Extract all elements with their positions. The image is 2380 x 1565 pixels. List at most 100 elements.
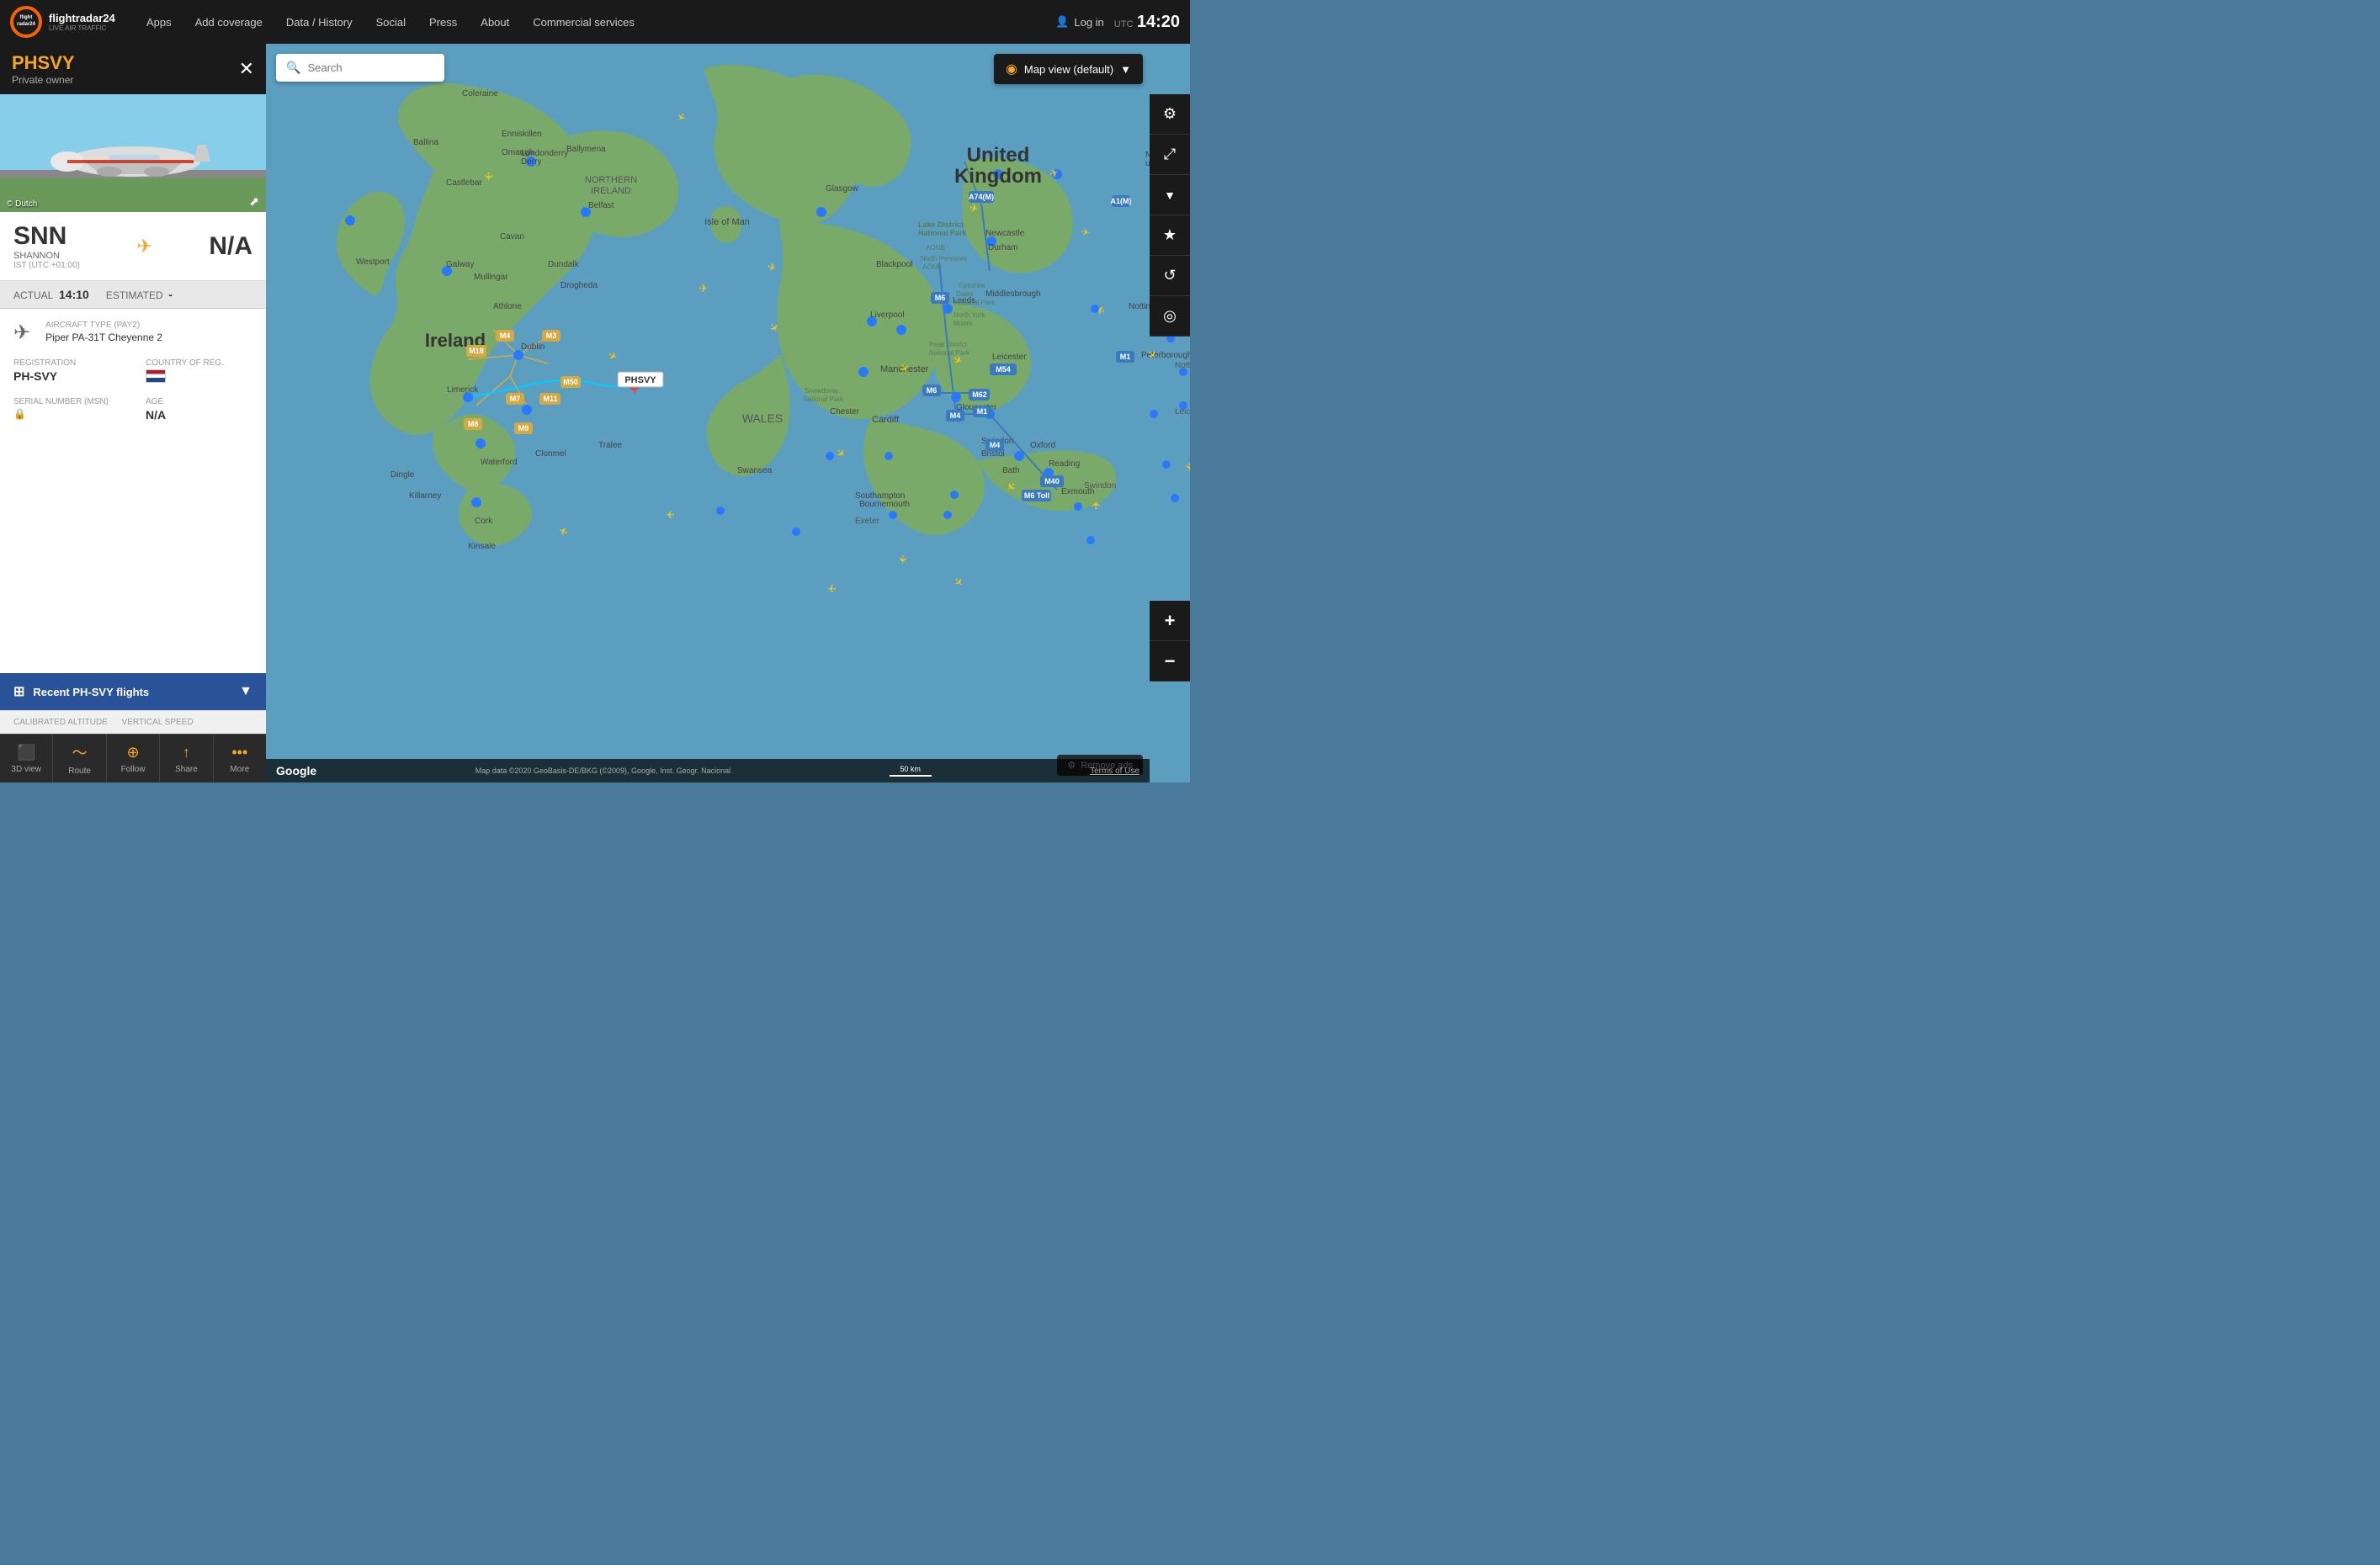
country-item: COUNTRY OF REG. (146, 358, 252, 387)
nav-apps[interactable]: Apps (135, 0, 183, 44)
bottom-share-btn[interactable]: ↑ Share (160, 735, 213, 782)
svg-text:Dales: Dales (956, 290, 973, 298)
svg-text:Cork: Cork (475, 517, 493, 526)
target-button[interactable]: ◎ (1150, 296, 1190, 337)
nav-social[interactable]: Social (364, 0, 417, 44)
svg-text:M40: M40 (1044, 477, 1060, 485)
photo-link-icon[interactable]: ⬈ (249, 194, 259, 209)
photo-credit: © Dutch (7, 199, 37, 209)
serial-row: SERIAL NUMBER (MSN) 🔒 AGE N/A (13, 397, 252, 422)
arrival-code: N/A (209, 232, 252, 261)
svg-text:Dingle: Dingle (390, 470, 415, 480)
svg-text:Clonmel: Clonmel (535, 449, 566, 459)
svg-text:Dublin: Dublin (521, 342, 545, 352)
registration-row: REGISTRATION PH-SVY COUNTRY OF REG. (13, 358, 252, 387)
bottom-bar: ⬛ 3D view 〜 Route ⊕ Follow ↑ Share ••• M… (0, 734, 266, 782)
svg-text:Kingdom: Kingdom (954, 165, 1042, 188)
aircraft-type-label: AIRCRAFT TYPE (PAY2) (45, 321, 162, 330)
svg-text:M3: M3 (546, 332, 557, 340)
nav-add-coverage[interactable]: Add coverage (183, 0, 274, 44)
serial-item: SERIAL NUMBER (MSN) 🔒 (13, 397, 120, 422)
svg-text:Leicester: Leicester (992, 353, 1027, 362)
map-controls: ⚙ ⤢ ▼ ★ ↺ ◎ (1150, 94, 1190, 337)
aircraft-photo-svg (0, 94, 266, 212)
svg-text:M4: M4 (500, 332, 511, 340)
map-data-text: Map data ©2020 GeoBasis-DE/BKG (©2009), … (475, 767, 730, 775)
search-input[interactable] (307, 61, 455, 74)
svg-text:Oxford: Oxford (1030, 441, 1055, 450)
terms-link[interactable]: Terms of Use (1090, 767, 1140, 776)
bottom-3dview-btn[interactable]: ⬛ 3D view (0, 735, 53, 782)
favorites-button[interactable]: ★ (1150, 215, 1190, 256)
svg-text:M11: M11 (543, 395, 557, 403)
logo-area: flight radar24 flightradar24 LIVE AIR TR… (0, 6, 135, 38)
filter-button[interactable]: ▼ (1150, 175, 1190, 215)
svg-text:Derry: Derry (521, 157, 541, 167)
flight-owner: Private owner (12, 74, 75, 86)
svg-text:Ballina: Ballina (413, 138, 438, 147)
svg-text:M9: M9 (518, 424, 529, 432)
svg-text:Dundalk: Dundalk (548, 260, 580, 269)
recent-flights-bar[interactable]: ⊞ Recent PH-SVY flights ▼ (0, 673, 266, 710)
refresh-button[interactable]: ↺ (1150, 256, 1190, 296)
pin-leeds (943, 304, 953, 314)
svg-text:Ballymena: Ballymena (566, 145, 606, 154)
pin-waterford (475, 438, 486, 448)
expand-button[interactable]: ⤢ (1150, 135, 1190, 175)
svg-text:Tralee: Tralee (598, 441, 622, 450)
flight-times: ACTUAL 14:10 ESTIMATED - (0, 281, 266, 309)
svg-text:Chester: Chester (830, 407, 860, 416)
svg-text:Reading: Reading (1049, 459, 1080, 469)
zoom-out-button[interactable]: − (1150, 641, 1190, 682)
svg-text:M1: M1 (1120, 353, 1131, 361)
map-area[interactable]: Ireland NORTHERN IRELAND United Kingdom … (266, 44, 1190, 782)
aircraft-type-section: ✈ AIRCRAFT TYPE (PAY2) Piper PA-31T Chey… (13, 321, 252, 345)
northern-ireland-label: NORTHERN (585, 175, 637, 185)
more-icon: ••• (231, 744, 247, 761)
settings-button[interactable]: ⚙ (1150, 94, 1190, 135)
isle-of-man-label: Isle of Man (704, 217, 750, 227)
bottom-more-btn[interactable]: ••• More (214, 735, 266, 782)
chevron-down-icon: ▼ (239, 684, 252, 699)
bottom-route-btn[interactable]: 〜 Route (53, 735, 106, 782)
pin-manchester (896, 325, 906, 335)
svg-text:Belfast: Belfast (588, 201, 614, 210)
search-bar[interactable]: 🔍 (276, 54, 444, 82)
departure-info: SNN SHANNON IST (UTC +01:00) (13, 222, 80, 270)
svg-text:M8: M8 (468, 420, 479, 428)
svg-text:Swansea: Swansea (737, 466, 773, 475)
svg-text:North Pennines: North Pennines (921, 255, 967, 263)
svg-text:AONB: AONB (926, 244, 945, 252)
google-logo: Google (276, 764, 316, 777)
aircraft-type-icon: ✈ (13, 321, 30, 345)
nav-commercial[interactable]: Commercial services (521, 0, 646, 44)
close-button[interactable]: ✕ (239, 58, 254, 80)
svg-text:Coleraine: Coleraine (462, 89, 498, 98)
map-view-button[interactable]: ◉ Map view (default) ▼ (994, 54, 1143, 84)
nav-data-history[interactable]: Data / History (274, 0, 364, 44)
sidebar-header: PHSVY Private owner ✕ (0, 44, 266, 94)
svg-text:Kinsale: Kinsale (468, 542, 496, 551)
estimated-value: - (168, 288, 173, 301)
svg-text:Exeter: Exeter (855, 517, 880, 526)
registration-value: PH-SVY (13, 369, 120, 383)
zoom-in-button[interactable]: + (1150, 601, 1190, 641)
svg-text:✈: ✈ (896, 555, 909, 565)
bottom-follow-btn[interactable]: ⊕ Follow (107, 735, 160, 782)
nav-press[interactable]: Press (417, 0, 469, 44)
svg-text:National Park: National Park (918, 229, 968, 237)
svg-text:Yorkshire: Yorkshire (958, 282, 986, 289)
follow-icon: ⊕ (126, 744, 139, 761)
utc-time-display: UTC 14:20 (1114, 13, 1180, 32)
nav-about[interactable]: About (469, 0, 521, 44)
svg-text:M4: M4 (950, 411, 961, 420)
map-svg: Ireland NORTHERN IRELAND United Kingdom … (266, 44, 1190, 782)
serial-value: 🔒 (13, 408, 120, 420)
svg-text:M1: M1 (977, 407, 988, 416)
navbar: flight radar24 flightradar24 LIVE AIR TR… (0, 0, 1190, 44)
svg-text:Moors: Moors (954, 320, 972, 327)
login-button[interactable]: 👤 Log in (1055, 15, 1104, 29)
svg-text:M54: M54 (996, 365, 1011, 374)
pin-oxford (1014, 451, 1024, 461)
departure-tz: IST (UTC +01:00) (13, 261, 80, 270)
